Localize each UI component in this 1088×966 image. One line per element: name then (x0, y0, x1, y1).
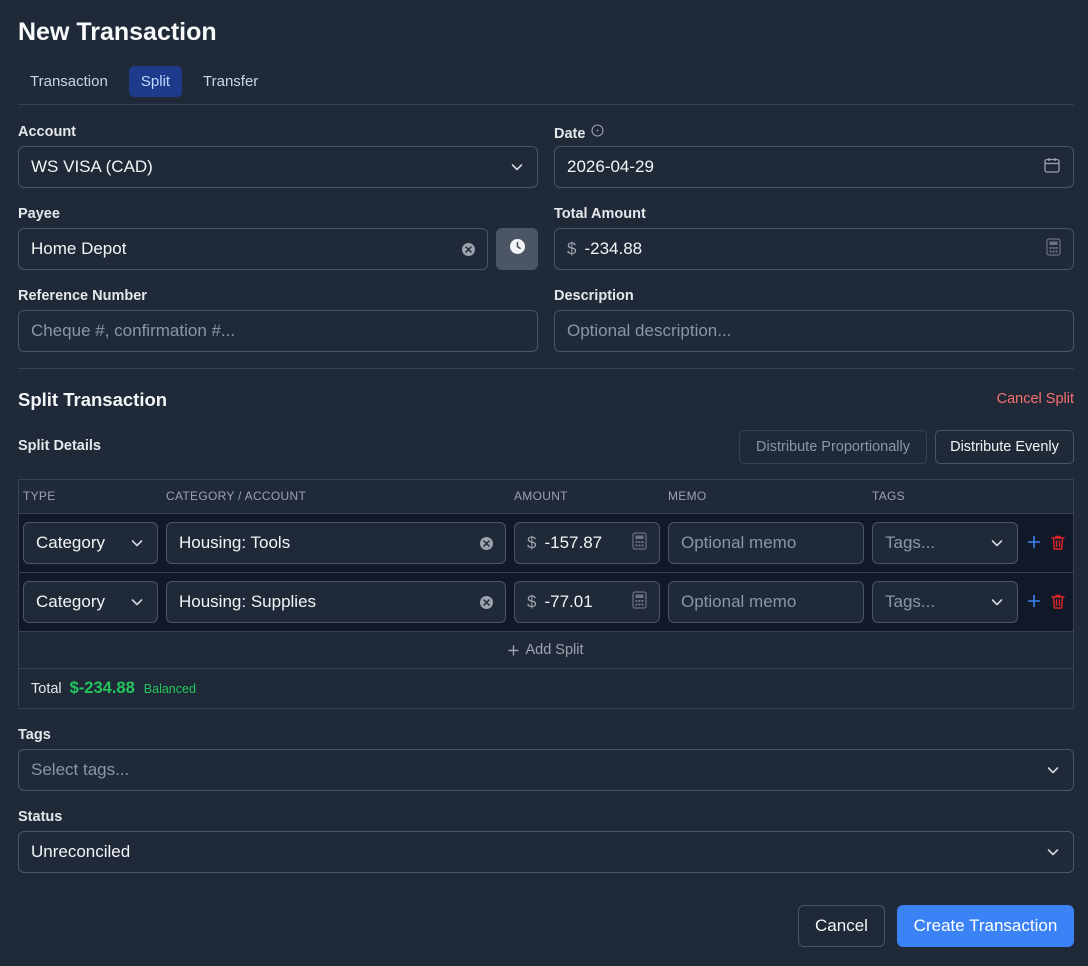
reference-placeholder: Cheque #, confirmation #... (31, 321, 236, 340)
info-icon[interactable] (591, 124, 605, 141)
plus-icon[interactable] (1027, 594, 1041, 613)
split-tags-select[interactable]: Tags... (872, 581, 1018, 623)
add-split-label: Add Split (525, 642, 584, 658)
clock-icon (509, 238, 526, 260)
column-header-memo: Memo (668, 489, 707, 503)
split-category-value: Housing: Supplies (179, 592, 317, 611)
split-memo-placeholder: Optional memo (681, 592, 797, 611)
split-category-input[interactable]: Housing: Supplies (166, 581, 506, 623)
description-placeholder: Optional description... (567, 321, 732, 340)
table-row: Category Housing: Supplies $ -77.01 Opti… (19, 572, 1073, 631)
calculator-icon[interactable] (632, 531, 647, 555)
clear-category-icon[interactable] (480, 536, 493, 550)
date-value: 2026-04-29 (567, 157, 654, 176)
payee-value: Home Depot (31, 239, 127, 258)
split-details-label: Split Details (18, 438, 101, 454)
total-amount-input[interactable]: $ -234.88 (554, 228, 1074, 270)
calendar-icon[interactable] (1043, 156, 1061, 179)
split-memo-input[interactable]: Optional memo (668, 522, 864, 564)
split-amount-value: -77.01 (544, 592, 593, 611)
column-header-amount: Amount (514, 489, 568, 503)
chevron-down-icon (129, 594, 145, 610)
split-tags-placeholder: Tags... (885, 592, 936, 611)
total-amount-label: Total Amount (554, 206, 646, 222)
split-total-label: Total (31, 680, 62, 697)
total-amount-value: -234.88 (584, 239, 643, 258)
split-amount-value: -157.87 (544, 533, 603, 552)
clear-category-icon[interactable] (480, 595, 493, 609)
trash-icon[interactable] (1050, 593, 1066, 615)
column-header-type: Type (23, 489, 56, 503)
split-amount-input[interactable]: $ -157.87 (514, 522, 660, 564)
clear-payee-icon[interactable] (462, 242, 475, 256)
currency-symbol: $ (567, 239, 577, 258)
plus-icon[interactable] (1027, 535, 1041, 554)
tab-split[interactable]: Split (129, 66, 182, 97)
split-table: Type Category / Account Amount Memo Tags… (18, 479, 1074, 709)
column-header-category: Category / Account (166, 489, 307, 503)
split-type-value: Category (36, 533, 105, 552)
chevron-down-icon (509, 159, 525, 175)
distribute-proportionally-button[interactable]: Distribute Proportionally (739, 430, 927, 464)
split-type-select[interactable]: Category (23, 522, 158, 564)
split-type-select[interactable]: Category (23, 581, 158, 623)
tags-placeholder: Select tags... (31, 760, 130, 779)
account-label: Account (18, 124, 76, 140)
date-input[interactable]: 2026-04-29 (554, 146, 1074, 188)
chevron-down-icon (989, 535, 1005, 551)
tab-transfer[interactable]: Transfer (191, 66, 270, 97)
table-row: Category Housing: Tools $ -157.87 Option… (19, 513, 1073, 572)
cancel-split-link[interactable]: Cancel Split (997, 391, 1074, 407)
reference-label: Reference Number (18, 288, 147, 304)
chevron-down-icon (1045, 844, 1061, 860)
split-total-value: $-234.88 (69, 679, 135, 697)
account-value: WS VISA (CAD) (31, 157, 153, 176)
column-header-tags: Tags (872, 489, 905, 503)
trash-icon[interactable] (1050, 534, 1066, 556)
split-type-value: Category (36, 592, 105, 611)
split-category-input[interactable]: Housing: Tools (166, 522, 506, 564)
create-transaction-button[interactable]: Create Transaction (897, 905, 1074, 947)
balance-status-badge: Balanced (143, 681, 196, 696)
add-split-button[interactable]: Add Split (19, 631, 1073, 668)
payee-history-button[interactable] (496, 228, 538, 270)
page-title: New Transaction (18, 18, 217, 46)
chevron-down-icon (1045, 762, 1061, 778)
tags-select[interactable]: Select tags... (18, 749, 1074, 791)
split-category-value: Housing: Tools (179, 533, 291, 552)
date-label-text: Date (554, 126, 586, 142)
status-label: Status (18, 809, 63, 825)
distribute-evenly-button[interactable]: Distribute Evenly (935, 430, 1074, 464)
plus-icon (508, 644, 520, 656)
payee-label: Payee (18, 206, 60, 222)
split-tags-select[interactable]: Tags... (872, 522, 1018, 564)
tags-label: Tags (18, 727, 51, 743)
calculator-icon[interactable] (1046, 237, 1061, 261)
status-select[interactable]: Unreconciled (18, 831, 1074, 873)
payee-input[interactable]: Home Depot (18, 228, 488, 270)
split-tags-placeholder: Tags... (885, 533, 936, 552)
section-divider (18, 368, 1074, 369)
account-select[interactable]: WS VISA (CAD) (18, 146, 538, 188)
tab-transaction[interactable]: Transaction (18, 66, 120, 97)
split-memo-input[interactable]: Optional memo (668, 581, 864, 623)
date-label: Date (554, 124, 605, 142)
reference-input[interactable]: Cheque #, confirmation #... (18, 310, 538, 352)
cancel-button[interactable]: Cancel (798, 905, 885, 947)
split-memo-placeholder: Optional memo (681, 533, 797, 552)
description-label: Description (554, 288, 634, 304)
calculator-icon[interactable] (632, 590, 647, 614)
currency-symbol: $ (527, 533, 537, 552)
split-total-row: Total $-234.88 Balanced (19, 668, 1073, 708)
chevron-down-icon (989, 594, 1005, 610)
status-value: Unreconciled (31, 842, 131, 861)
currency-symbol: $ (527, 592, 537, 611)
split-amount-input[interactable]: $ -77.01 (514, 581, 660, 623)
description-input[interactable]: Optional description... (554, 310, 1074, 352)
chevron-down-icon (129, 535, 145, 551)
split-section-title: Split Transaction (18, 389, 168, 410)
header-divider (18, 104, 1074, 105)
